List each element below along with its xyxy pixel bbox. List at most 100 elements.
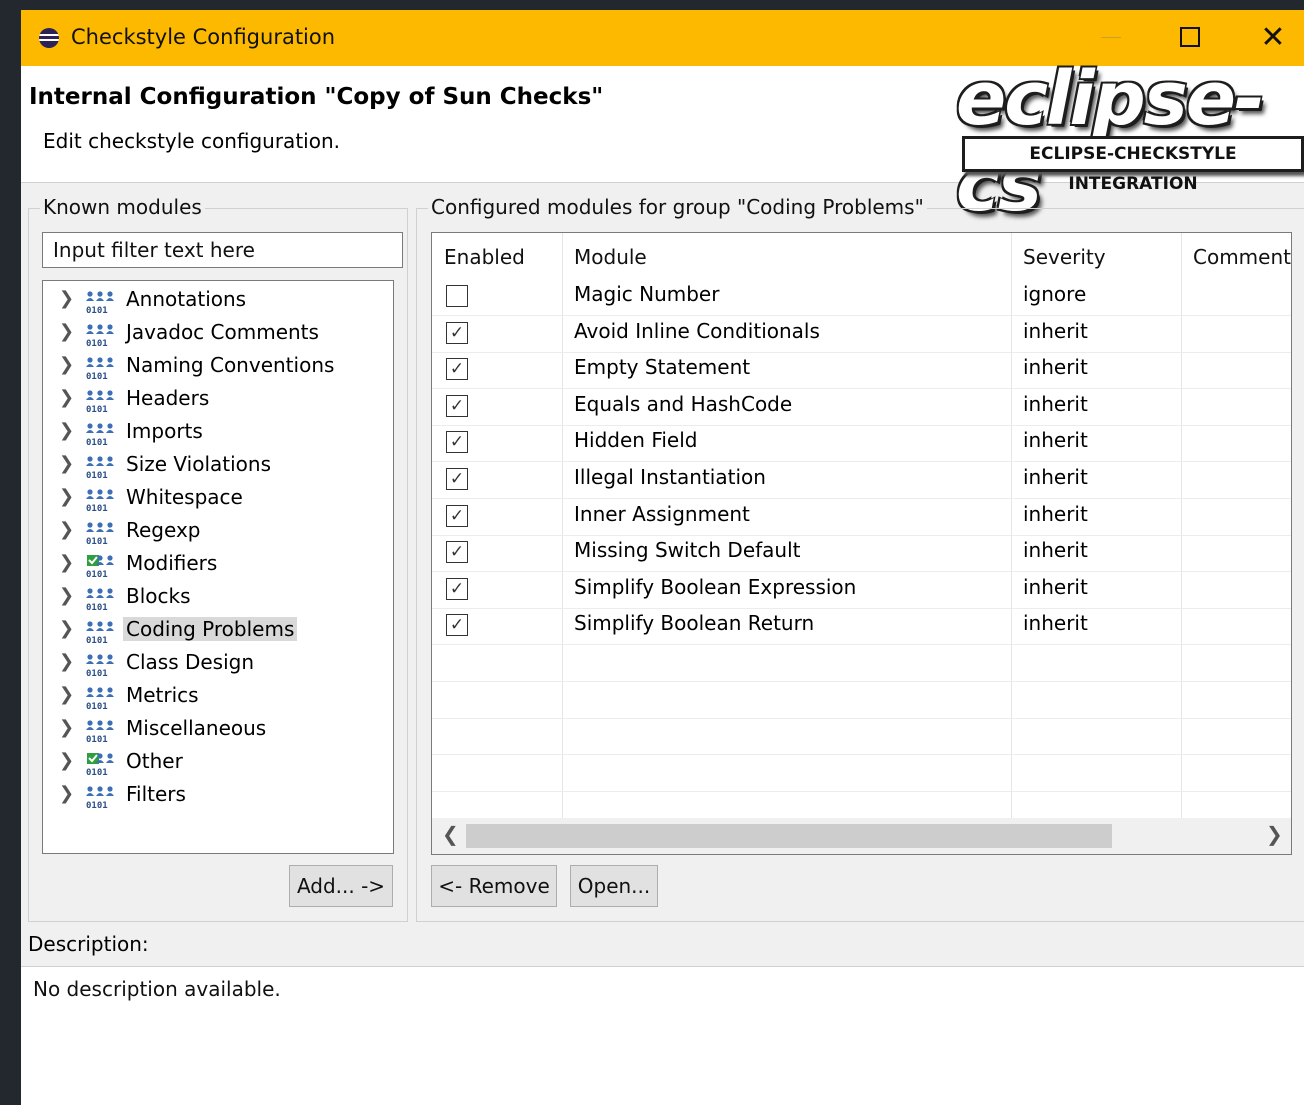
module-name: Empty Statement	[574, 355, 751, 380]
tree-item-label: Javadoc Comments	[126, 320, 319, 344]
enabled-checkbox[interactable]: ✓	[446, 394, 468, 417]
horizontal-scrollbar[interactable]: ❮ ❯	[432, 818, 1291, 854]
table-row[interactable]: ✓ Illegal Instantiation inherit	[432, 462, 1291, 499]
tree-item[interactable]: ❯ 0101 Miscellaneous	[43, 713, 393, 746]
svg-text:0101: 0101	[86, 801, 108, 809]
tree-item[interactable]: ❯ 0101 Class Design	[43, 647, 393, 680]
table-row[interactable]: Magic Number ignore	[432, 279, 1291, 316]
svg-text:0101: 0101	[86, 735, 108, 743]
module-name: Simplify Boolean Expression	[574, 574, 857, 599]
svg-text:0101: 0101	[86, 372, 108, 380]
module-name: Hidden Field	[574, 428, 698, 453]
tree-item[interactable]: ❯ 0101 Javadoc Comments	[43, 317, 393, 350]
column-header-enabled[interactable]: Enabled	[432, 233, 562, 279]
enabled-checkbox[interactable]: ✓	[446, 468, 468, 490]
tree-item[interactable]: ❯ 0101 Metrics	[43, 680, 393, 713]
tree-item-label: Modifiers	[126, 551, 218, 575]
expand-chevron-icon[interactable]: ❯	[59, 552, 74, 573]
table-row[interactable]: ✓ Missing Switch Default inherit	[432, 535, 1291, 573]
tree-item[interactable]: ❯ 0101 Annotations	[43, 284, 393, 317]
expand-chevron-icon[interactable]: ❯	[59, 519, 74, 540]
column-header-comment[interactable]: Comment	[1181, 233, 1291, 279]
svg-text:0101: 0101	[86, 669, 108, 677]
tree-item[interactable]: ❯ 0101 Other	[43, 746, 393, 779]
expand-chevron-icon[interactable]: ❯	[59, 585, 74, 606]
expand-chevron-icon[interactable]: ❯	[59, 684, 74, 705]
tree-item-label: Coding Problems	[123, 617, 298, 641]
tree-item[interactable]: ❯ 0101 Size Violations	[43, 449, 393, 482]
module-group-icon: 0101	[86, 720, 114, 743]
expand-chevron-icon[interactable]: ❯	[59, 354, 74, 375]
window-title: Checkstyle Configuration	[71, 25, 336, 49]
expand-chevron-icon[interactable]: ❯	[59, 288, 74, 309]
tree-item[interactable]: ❯ 0101 Regexp	[43, 515, 393, 548]
table-row[interactable]: ✓ Hidden Field inherit	[432, 425, 1291, 463]
table-row[interactable]: ✓ Equals and HashCode inherit	[432, 389, 1291, 426]
column-header-severity[interactable]: Severity	[1011, 233, 1181, 279]
enabled-checkbox[interactable]: ✓	[446, 541, 468, 564]
expand-chevron-icon[interactable]: ❯	[59, 486, 74, 507]
tree-item-label: Class Design	[126, 650, 255, 674]
scrollbar-thumb[interactable]	[466, 824, 1112, 848]
expand-chevron-icon[interactable]: ❯	[59, 387, 74, 408]
tree-item-label: Miscellaneous	[126, 716, 267, 740]
svg-text:0101: 0101	[86, 504, 108, 512]
tree-item-label: Naming Conventions	[126, 353, 335, 377]
remove-button[interactable]: <- Remove	[431, 865, 557, 907]
module-group-icon: 0101	[86, 687, 114, 710]
enabled-checkbox[interactable]: ✓	[446, 614, 468, 637]
expand-chevron-icon[interactable]: ❯	[59, 651, 74, 672]
tree-item[interactable]: ❯ 0101 Headers	[43, 383, 393, 416]
empty-table-row	[432, 755, 1291, 792]
module-name: Inner Assignment	[574, 501, 750, 526]
expand-chevron-icon[interactable]: ❯	[59, 618, 74, 639]
filter-input[interactable]: Input filter text here	[42, 232, 403, 268]
tree-item-label: Headers	[126, 386, 210, 410]
enabled-checkbox[interactable]	[446, 285, 468, 307]
module-group-icon: 0101	[86, 489, 114, 512]
enabled-checkbox[interactable]: ✓	[446, 431, 468, 454]
column-header-module[interactable]: Module	[562, 233, 1011, 279]
configured-modules-table[interactable]: Enabled Module Severity Comment Magic Nu…	[431, 232, 1292, 855]
tree-item[interactable]: ❯ 0101 Naming Conventions	[43, 350, 393, 383]
module-tree[interactable]: ❯ 0101 Annotations ❯ 0101 Javadoc Comments ❯ 01…	[42, 280, 394, 854]
module-group-icon: 0101	[86, 621, 114, 644]
tree-item-label: Blocks	[126, 584, 191, 608]
tree-item[interactable]: ❯ 0101 Imports	[43, 416, 393, 449]
tree-item[interactable]: ❯ 0101 Coding Problems	[43, 614, 393, 647]
table-row[interactable]: ✓ Avoid Inline Conditionals inherit	[432, 316, 1291, 353]
expand-chevron-icon[interactable]: ❯	[59, 717, 74, 738]
expand-chevron-icon[interactable]: ❯	[59, 783, 74, 804]
expand-chevron-icon[interactable]: ❯	[59, 420, 74, 441]
table-row[interactable]: ✓ Simplify Boolean Return inherit	[432, 608, 1291, 646]
add-button[interactable]: Add... ->	[289, 865, 393, 907]
tree-item[interactable]: ❯ 0101 Whitespace	[43, 482, 393, 515]
module-group-icon: 0101	[86, 786, 114, 809]
scroll-right-icon[interactable]: ❯	[1266, 822, 1283, 846]
module-severity: inherit	[1023, 574, 1088, 599]
module-group-checked-icon: 0101	[86, 753, 114, 776]
expand-chevron-icon[interactable]: ❯	[59, 750, 74, 771]
checkstyle-dialog: Checkstyle Configuration ✕ Internal Conf…	[21, 10, 1304, 1105]
open-button[interactable]: Open...	[570, 865, 658, 907]
enabled-checkbox[interactable]: ✓	[446, 358, 468, 381]
expand-chevron-icon[interactable]: ❯	[59, 453, 74, 474]
table-row[interactable]: ✓ Simplify Boolean Expression inherit	[432, 572, 1291, 609]
scroll-left-icon[interactable]: ❮	[442, 822, 459, 846]
module-group-icon: 0101	[86, 588, 114, 611]
table-row[interactable]: ✓ Inner Assignment inherit	[432, 499, 1291, 536]
svg-text:0101: 0101	[86, 471, 108, 479]
enabled-checkbox[interactable]: ✓	[446, 577, 468, 600]
tree-item[interactable]: ❯ 0101 Filters	[43, 779, 393, 812]
svg-text:0101: 0101	[86, 702, 108, 710]
enabled-checkbox[interactable]: ✓	[446, 504, 468, 527]
table-row[interactable]: ✓ Empty Statement inherit	[432, 352, 1291, 390]
svg-text:0101: 0101	[86, 636, 108, 644]
expand-chevron-icon[interactable]: ❯	[59, 321, 74, 342]
module-name: Illegal Instantiation	[574, 465, 766, 489]
tree-item[interactable]: ❯ 0101 Modifiers	[43, 548, 393, 581]
enabled-checkbox[interactable]: ✓	[446, 321, 468, 344]
tree-item[interactable]: ❯ 0101 Blocks	[43, 581, 393, 614]
eclipse-icon	[39, 28, 59, 48]
description-text: No description available.	[33, 977, 281, 1001]
